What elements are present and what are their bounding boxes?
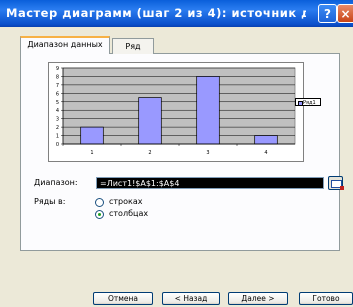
range-label: Диапазон: — [34, 178, 78, 187]
finish-button[interactable]: Готово — [299, 292, 353, 305]
y-tick-label: 4 — [56, 108, 59, 114]
close-button[interactable]: × — [337, 4, 353, 23]
x-tick-label: 3 — [206, 150, 209, 156]
y-tick-label: 1 — [56, 134, 59, 140]
bar — [254, 135, 278, 145]
series-in-label: Ряды в: — [34, 197, 66, 206]
y-tick-label: 5 — [56, 100, 59, 106]
y-tick-label: 2 — [56, 125, 59, 131]
radio-selected-dot — [98, 213, 101, 216]
next-button[interactable]: Далее > — [228, 292, 288, 305]
bar — [80, 126, 104, 145]
y-tick-label: 0 — [56, 142, 59, 148]
y-tick-label: 6 — [56, 91, 59, 97]
window-title: Мастер диаграмм (шаг 2 из 4): источник д… — [6, 6, 306, 20]
tab-data-range[interactable]: Диапазон данных — [20, 36, 110, 54]
tab-series[interactable]: Ряд — [112, 38, 154, 54]
title-bar[interactable]: Мастер диаграмм (шаг 2 из 4): источник д… — [0, 0, 353, 27]
chart-svg: 0 1 2 3 4 5 6 7 8 9 1 2 3 4 — [56, 66, 296, 156]
chart-legend: Ряд1 — [295, 98, 321, 106]
legend-label: Ряд1 — [303, 100, 316, 106]
range-select-icon — [331, 180, 344, 190]
collapse-dialog-button[interactable] — [328, 176, 344, 190]
x-tick-label: 2 — [148, 150, 151, 156]
back-button[interactable]: < Назад — [162, 292, 220, 305]
radio-columns[interactable] — [95, 210, 104, 219]
radio-rows-label[interactable]: строках — [109, 197, 143, 206]
x-tick-label: 4 — [264, 150, 267, 156]
cancel-button[interactable]: Отмена — [93, 292, 153, 305]
y-tick-label: 8 — [56, 74, 59, 80]
y-tick-label: 3 — [56, 117, 59, 123]
chart-wizard-dialog: Мастер диаграмм (шаг 2 из 4): источник д… — [0, 0, 353, 307]
bar — [196, 76, 220, 145]
help-button[interactable]: ? — [318, 4, 337, 23]
y-tick-label: 9 — [56, 66, 59, 72]
radio-columns-label[interactable]: столбцах — [109, 209, 148, 218]
y-tick-label: 7 — [56, 83, 59, 89]
chart-preview: 0 1 2 3 4 5 6 7 8 9 1 2 3 4 — [48, 62, 304, 162]
radio-rows[interactable] — [95, 198, 104, 207]
range-input[interactable]: =Лист1!$A$1:$A$4 — [96, 177, 324, 189]
bar — [138, 97, 162, 145]
x-tick-label: 1 — [90, 150, 93, 156]
